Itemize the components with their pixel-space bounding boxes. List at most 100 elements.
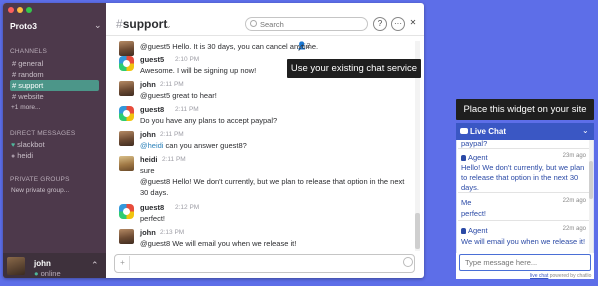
list-item: Me 22m ago perfect! [458, 195, 589, 221]
message-author: Agent [461, 153, 488, 162]
emoji-icon[interactable] [403, 257, 413, 267]
sidebar-item-random[interactable]: # random [10, 69, 99, 80]
scrollbar-thumb[interactable] [589, 161, 593, 199]
new-private-group-link[interactable]: New private group... [11, 187, 69, 194]
live-chat-widget: Live Chat ⌄ paypal? Agent 23m ago Hello!… [456, 123, 594, 279]
message-author: Agent [461, 226, 488, 235]
close-icon[interactable]: ✕ [406, 17, 420, 31]
help-button[interactable]: ? [373, 17, 387, 31]
message-text: perfect! [140, 214, 166, 223]
close-window-button[interactable] [8, 7, 14, 13]
list-item: paypal? [458, 140, 589, 149]
scrollbar-thumb[interactable] [415, 213, 420, 249]
powered-by: live chat powered by chatlio [530, 273, 591, 279]
minimize-window-button[interactable] [17, 7, 23, 13]
heart-icon: ♥ [11, 142, 16, 149]
maximize-window-button[interactable] [26, 7, 32, 13]
avatar[interactable] [119, 229, 134, 244]
message-time[interactable]: 2:10 PM [175, 56, 199, 63]
widget-callout: Place this widget on your site [456, 99, 594, 120]
team-menu-chevron-icon[interactable]: ⌄ [94, 20, 102, 31]
user-bar[interactable]: john ● online ⌃ [3, 253, 106, 278]
presence-icon: ● [34, 269, 41, 278]
page-title[interactable]: #support [116, 17, 167, 31]
widget-messages: paypal? Agent 23m ago Hello! We don't cu… [456, 140, 594, 253]
message-text: @guest5 Hello. It is 30 days, you can ca… [140, 42, 319, 51]
chat-message-input[interactable] [459, 254, 591, 271]
hash-symbol: # [116, 17, 123, 31]
message-author[interactable]: john [140, 130, 156, 139]
message-text: sure [140, 166, 155, 175]
more-channels-link[interactable]: +1 more... [11, 104, 40, 111]
message-author[interactable]: guest8 [140, 203, 164, 212]
channel-header: #support ⌄ ? ··· ✕ [106, 3, 424, 36]
chevron-down-icon[interactable]: ⌄ [582, 126, 589, 135]
dm-item-heidi[interactable]: ● heidi [11, 151, 33, 160]
dm-label: slackbot [17, 140, 45, 149]
sidebar: Proto3 ⌄ CHANNELS # general # random # s… [3, 3, 106, 278]
avatar[interactable] [7, 257, 25, 275]
message-input[interactable] [114, 254, 415, 273]
message-time[interactable]: 2:12 PM [175, 204, 199, 211]
powered-by-link[interactable]: live chat [530, 273, 548, 279]
chevron-down-icon[interactable]: ⌄ [165, 21, 172, 30]
widget-header[interactable]: Live Chat ⌄ [456, 123, 594, 140]
user-status: ● online [34, 269, 61, 278]
message-text: perfect! [461, 209, 487, 218]
message-time[interactable]: 2:11 PM [175, 106, 199, 113]
window-controls [8, 7, 32, 13]
sidebar-item-website[interactable]: # website [10, 91, 99, 102]
mention-link[interactable]: @heidi [140, 141, 163, 150]
sidebar-item-support[interactable]: # support [10, 80, 99, 91]
message-time[interactable]: 2:13 PM [160, 229, 184, 236]
avatar[interactable] [119, 156, 134, 171]
chat-app-window: Proto3 ⌄ CHANNELS # general # random # s… [3, 3, 424, 278]
message-author: Me [461, 198, 472, 207]
avatar[interactable] [119, 106, 134, 121]
message-text: @heidi can you answer guest8? [140, 140, 410, 151]
sidebar-item-general[interactable]: # general [10, 58, 99, 69]
message-text: Hello! We don't currently, but we plan t… [461, 163, 585, 192]
search-input[interactable] [245, 17, 368, 31]
list-item: Agent 23m ago Hello! We don't currently,… [458, 150, 589, 193]
message-time[interactable]: 2:11 PM [162, 156, 186, 163]
list-item: Agent 22m ago We will email you when we … [458, 223, 589, 251]
message-author[interactable]: guest5 [140, 55, 164, 64]
direct-messages-heading[interactable]: DIRECT MESSAGES [10, 130, 75, 137]
author-label: Agent [468, 153, 488, 162]
more-options-button[interactable]: ··· [391, 17, 405, 31]
user-icon [461, 228, 466, 234]
attach-file-button[interactable]: + [116, 256, 130, 270]
avatar[interactable] [119, 41, 134, 56]
private-groups-heading[interactable]: PRIVATE GROUPS [10, 176, 70, 183]
user-icon [461, 155, 466, 161]
message-author[interactable]: heidi [140, 155, 158, 164]
message-time[interactable]: 2:11 PM [160, 81, 184, 88]
channels-heading[interactable]: CHANNELS [10, 48, 47, 55]
chevron-up-icon[interactable]: ⌃ [91, 260, 99, 271]
message-time: 23m ago [562, 153, 586, 159]
message-text: We will email you when we release it! [461, 237, 586, 246]
team-name[interactable]: Proto3 [10, 21, 37, 31]
user-name: john [34, 259, 51, 268]
service-callout: Use your existing chat service [287, 59, 421, 78]
message-text-rest: can you answer guest8? [163, 141, 247, 150]
powered-by-text: powered by chatlio [548, 273, 592, 279]
widget-title: Live Chat [470, 127, 507, 136]
dm-item-slackbot[interactable]: ♥ slackbot [11, 140, 45, 149]
avatar[interactable] [119, 56, 134, 71]
search-icon [250, 20, 257, 27]
message-time[interactable]: 2:11 PM [160, 131, 184, 138]
avatar[interactable] [119, 204, 134, 219]
message-text: Do you have any plans to accept paypal? [140, 116, 278, 125]
message-author[interactable]: john [140, 228, 156, 237]
avatar[interactable] [119, 131, 134, 146]
message-author[interactable]: guest8 [140, 105, 164, 114]
message-author[interactable]: john [140, 80, 156, 89]
message-time: 22m ago [562, 226, 586, 232]
message-text: @guest8 We will email you when we releas… [140, 239, 297, 248]
avatar[interactable] [119, 81, 134, 96]
message-text: @guest8 Hello! We don't currently, but w… [140, 177, 405, 197]
channel-name: support [122, 17, 168, 31]
message-time: 22m ago [562, 198, 586, 204]
